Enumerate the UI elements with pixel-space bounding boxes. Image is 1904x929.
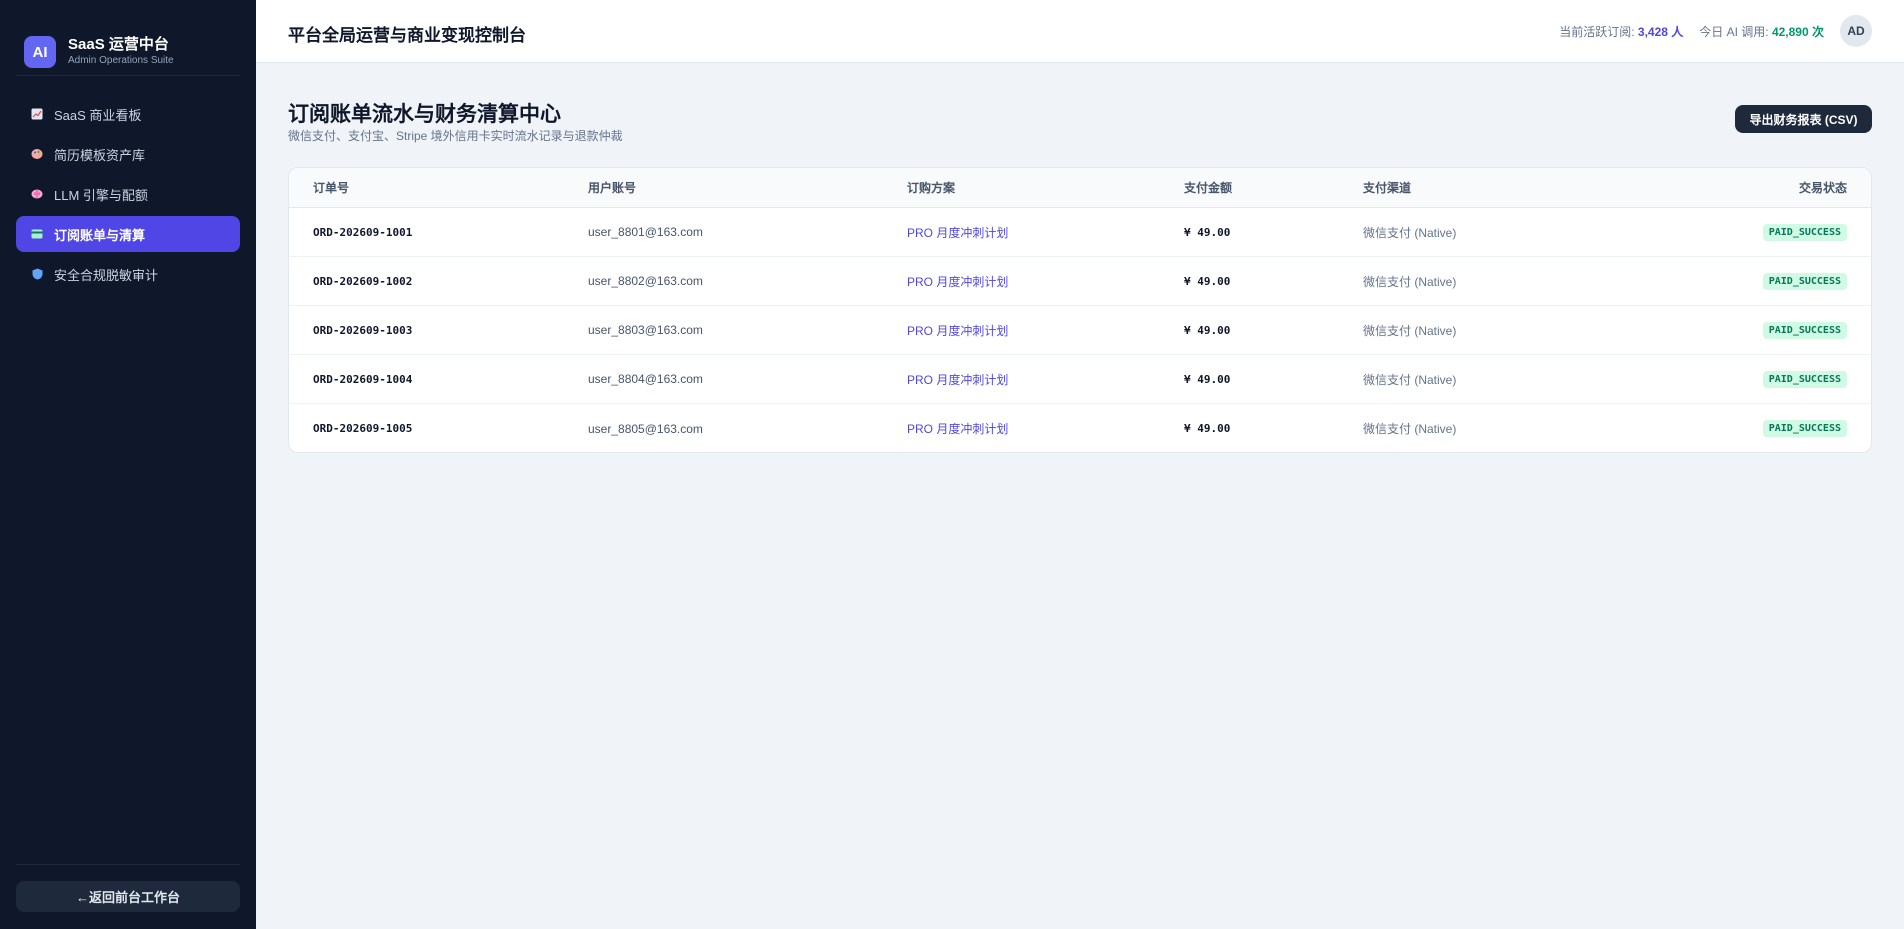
ai-calls-value: 42,890 次: [1771, 24, 1824, 39]
user-account: user_8801@163.com: [588, 225, 703, 239]
plan-name: PRO 月度冲刺计划: [907, 225, 1009, 240]
table-row[interactable]: ORD-202609-1004 user_8804@163.com PRO 月度…: [289, 355, 1871, 404]
top-bar: 平台全局运营与商业变现控制台 当前活跃订阅: 3,428 人 今日 AI 调用:…: [256, 0, 1904, 63]
status-badge: PAID_SUCCESS: [1762, 223, 1847, 241]
column-header-order: 订单号: [313, 181, 350, 195]
sidebar-divider: [16, 75, 240, 76]
payment-channel: 微信支付 (Native): [1363, 372, 1457, 387]
table-row[interactable]: ORD-202609-1002 user_8802@163.com PRO 月度…: [289, 257, 1871, 306]
active-subscriptions-value: 3,428 人: [1637, 24, 1684, 39]
status-badge: PAID_SUCCESS: [1762, 272, 1847, 290]
plan-name: PRO 月度冲刺计划: [907, 372, 1009, 387]
plan-name: PRO 月度冲刺计划: [907, 323, 1009, 338]
payment-channel: 微信支付 (Native): [1363, 323, 1457, 338]
column-header-status: 交易状态: [1798, 181, 1847, 195]
order-id: ORD-202609-1002: [313, 274, 413, 288]
user-account: user_8802@163.com: [588, 274, 703, 288]
page-title: 订阅账单流水与财务清算中心: [288, 103, 561, 126]
payment-amount: ¥ 49.00: [1184, 225, 1231, 239]
column-header-user: 用户账号: [588, 181, 637, 195]
brand-title: SaaS 运营中台: [68, 36, 169, 53]
billing-table: 订单号 用户账号 订购方案 支付金额 支付渠道 交易状态 ORD-202609-…: [288, 167, 1872, 453]
brain-icon: [30, 187, 44, 201]
brand-subtitle: Admin Operations Suite: [68, 55, 174, 66]
sidebar-item-security[interactable]: 安全合规脱敏审计: [16, 256, 240, 292]
sidebar-item-templates[interactable]: 简历模板资产库: [16, 136, 240, 172]
table-row[interactable]: ORD-202609-1003 user_8803@163.com PRO 月度…: [289, 306, 1871, 355]
sidebar-item-label: SaaS 商业看板: [54, 107, 142, 123]
credit-card-icon: [30, 227, 44, 241]
sidebar-item-dashboard[interactable]: SaaS 商业看板: [16, 96, 240, 132]
payment-channel: 微信支付 (Native): [1363, 225, 1457, 240]
column-header-channel: 支付渠道: [1363, 181, 1412, 195]
user-account: user_8805@163.com: [588, 421, 703, 436]
avatar[interactable]: AD: [1840, 15, 1872, 47]
payment-channel: 微信支付 (Native): [1363, 422, 1457, 436]
top-stats: 当前活跃订阅: 3,428 人 今日 AI 调用: 42,890 次 AD: [1559, 15, 1872, 47]
brand: AI SaaS 运营中台 Admin Operations Suite: [24, 30, 232, 74]
sidebar-item-label: 安全合规脱敏审计: [54, 267, 159, 283]
order-id: ORD-202609-1001: [313, 225, 413, 239]
payment-amount: ¥ 49.00: [1184, 422, 1231, 435]
user-account: user_8804@163.com: [588, 372, 703, 386]
page-subtitle: 微信支付、支付宝、Stripe 境外信用卡实时流水记录与退款仲裁: [288, 129, 623, 143]
sidebar-item-label: LLM 引擎与配额: [54, 187, 148, 203]
order-id: ORD-202609-1004: [313, 372, 413, 386]
sidebar-divider: [16, 864, 240, 865]
back-to-workspace-button[interactable]: ←返回前台工作台: [16, 881, 240, 912]
sidebar-item-llm[interactable]: LLM 引擎与配额: [16, 176, 240, 212]
palette-icon: [30, 147, 44, 161]
payment-amount: ¥ 49.00: [1184, 274, 1231, 288]
active-subscriptions-stat: 当前活跃订阅: 3,428 人: [1559, 24, 1684, 39]
status-badge: PAID_SUCCESS: [1762, 321, 1847, 339]
payment-channel: 微信支付 (Native): [1363, 274, 1457, 289]
plan-name: PRO 月度冲刺计划: [907, 422, 1009, 436]
payment-amount: ¥ 49.00: [1184, 372, 1231, 386]
shield-icon: [30, 267, 44, 281]
chart-icon: [30, 107, 44, 121]
table-header: 订单号 用户账号 订购方案 支付金额 支付渠道 交易状态: [289, 168, 1871, 208]
sidebar-nav: SaaS 商业看板 简历模板资产库 LLM 引擎与配额 订阅账单与清算 安全合规…: [16, 96, 240, 296]
payment-amount: ¥ 49.00: [1184, 323, 1231, 337]
export-csv-button[interactable]: 导出财务报表 (CSV): [1735, 105, 1872, 133]
order-id: ORD-202609-1003: [313, 323, 413, 337]
column-header-amount: 支付金额: [1184, 181, 1233, 195]
sidebar-item-billing[interactable]: 订阅账单与清算: [16, 216, 240, 252]
sidebar-item-label: 订阅账单与清算: [54, 227, 146, 243]
order-id: ORD-202609-1005: [313, 422, 413, 435]
ai-calls-stat: 今日 AI 调用: 42,890 次: [1699, 24, 1824, 39]
plan-name: PRO 月度冲刺计划: [907, 274, 1009, 289]
status-badge: PAID_SUCCESS: [1762, 370, 1847, 388]
table-row[interactable]: ORD-202609-1001 user_8801@163.com PRO 月度…: [289, 208, 1871, 257]
column-header-plan: 订购方案: [907, 181, 956, 195]
page-header-title: 平台全局运营与商业变现控制台: [288, 26, 526, 45]
sidebar: AI SaaS 运营中台 Admin Operations Suite SaaS…: [0, 0, 256, 929]
brand-logo: AI: [24, 36, 56, 68]
table-row[interactable]: ORD-202609-1005 user_8805@163.com PRO 月度…: [289, 404, 1871, 452]
sidebar-item-label: 简历模板资产库: [54, 147, 146, 163]
status-badge: PAID_SUCCESS: [1762, 420, 1847, 437]
user-account: user_8803@163.com: [588, 323, 703, 337]
